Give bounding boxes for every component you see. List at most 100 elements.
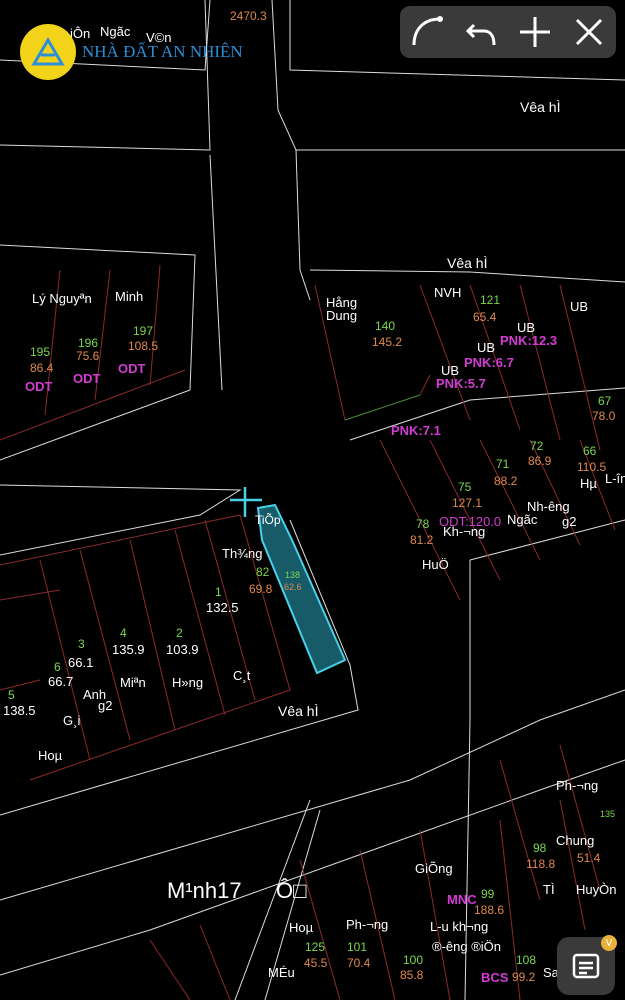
road-label: Vêa hÌ — [447, 255, 488, 271]
map-label: L-u kh¬ng — [430, 919, 489, 934]
map-label: 140 — [375, 319, 396, 333]
map-label: 65.4 — [473, 310, 497, 324]
road-label: Vêa hÌ — [278, 703, 319, 719]
map-label: 78.0 — [592, 409, 616, 423]
map-label: 3 — [78, 637, 85, 651]
map-label: GiÕng — [415, 861, 453, 876]
map-label: 66.7 — [48, 674, 74, 689]
map-label: 108 — [516, 953, 537, 967]
map-label: Kh-¬ng — [443, 524, 486, 539]
map-label: 75 — [458, 480, 472, 494]
map-label: 127.1 — [452, 496, 483, 510]
map-label: 67 — [598, 394, 612, 408]
map-label: 100 — [403, 953, 424, 967]
map-label: 45.5 — [304, 956, 328, 970]
map-label: 75.6 — [76, 349, 100, 363]
map-label: Miªn — [120, 675, 146, 690]
map-label: 132.5 — [206, 600, 239, 615]
map-label: UB — [477, 340, 496, 355]
undo-button[interactable] — [459, 10, 503, 54]
logo-icon — [20, 24, 76, 80]
map-label: C¸t — [233, 668, 251, 683]
map-label: Hoµ — [289, 920, 314, 935]
map-label: 103.9 — [166, 642, 199, 657]
map-label: 1 — [215, 585, 222, 599]
map-label: 66 — [583, 444, 597, 458]
map-label: 145.2 — [372, 335, 403, 349]
curve-icon — [412, 16, 443, 46]
map-label: ODT — [118, 361, 146, 376]
map-label: 135 — [600, 809, 616, 819]
brand-logo: NHÀ ĐẤT AN NHIÊN — [20, 24, 243, 80]
map-label: 197 — [133, 324, 154, 338]
map-label: 108.5 — [128, 339, 159, 353]
map-label: Lý Nguyªn — [32, 291, 92, 306]
map-label: 71 — [496, 457, 510, 471]
map-toolbar — [400, 6, 616, 58]
map-label: 69.8 — [249, 582, 273, 596]
map-label: PNK:6.7 — [464, 355, 514, 370]
map-label: PNK:5.7 — [436, 376, 486, 391]
map-label: ®-êng ®iÖn — [432, 939, 502, 954]
map-label: 62.6 — [284, 582, 302, 592]
logo-text: NHÀ ĐẤT AN NHIÊN — [82, 42, 243, 61]
notes-button[interactable]: V — [557, 935, 617, 995]
map-label: Hoµ — [38, 748, 63, 763]
map-label: 138.5 — [3, 703, 36, 718]
map-label: 118.8 — [526, 857, 556, 871]
plus-icon — [520, 17, 550, 47]
map-label: MÉu — [268, 965, 295, 980]
map-label: 78 — [416, 517, 430, 531]
map-label: 72 — [530, 439, 544, 453]
map-label: L-în — [605, 471, 625, 486]
undo-icon — [465, 23, 496, 46]
map-label: 195 — [30, 345, 51, 359]
map-label: 99 — [481, 887, 495, 901]
map-label: Th¾ng — [222, 546, 263, 561]
map-label: Hång Dung — [326, 295, 358, 323]
map-label: 88.2 — [494, 474, 518, 488]
map-label: 82 — [256, 565, 270, 579]
notes-badge: V — [601, 935, 617, 951]
map-label: BCS — [481, 970, 509, 985]
map-label: Minh — [115, 289, 144, 304]
map-label: Hµ — [580, 476, 597, 491]
map-label: 125 — [305, 940, 326, 954]
map-label: 99.2 — [512, 970, 536, 984]
map-label: 138 — [285, 570, 301, 580]
map-label: 5 — [8, 688, 15, 702]
map-label: 98 — [533, 841, 547, 855]
road-label: Vêa hÌ — [520, 99, 561, 115]
map-label: H»ng — [172, 675, 204, 690]
map-label: 4 — [120, 626, 127, 640]
map-label: TÌ — [543, 882, 555, 897]
map-label: HuyÒn — [576, 882, 617, 897]
map-label: 121 — [480, 293, 501, 307]
map-label: PNK:7.1 — [391, 423, 441, 438]
add-button[interactable] — [513, 10, 557, 54]
map-label: 188.6 — [474, 903, 505, 917]
map-label: 51.4 — [577, 851, 601, 865]
curve-tool-button[interactable] — [405, 10, 449, 54]
map-label: 2470.3 — [230, 9, 267, 23]
map-label: 2 — [176, 626, 183, 640]
map-label: 86.4 — [30, 361, 54, 375]
close-icon — [575, 18, 603, 46]
map-label: 70.4 — [347, 956, 371, 970]
map-label: Ngãc — [507, 512, 538, 527]
map-label: ODT — [73, 371, 101, 386]
map-label: TiÕp — [255, 513, 281, 527]
map-label: Ph-¬ng — [556, 778, 599, 793]
close-button[interactable] — [567, 10, 611, 54]
place-label: M¹nh17 — [167, 878, 242, 903]
map-label: 110.5 — [577, 460, 607, 474]
map-label: 81.2 — [410, 533, 434, 547]
map-label: ODT — [25, 379, 53, 394]
map-label: UB — [570, 299, 589, 314]
map-label: 135.9 — [112, 642, 145, 657]
map-label: 86.9 — [528, 454, 552, 468]
map-label: MNC — [447, 892, 477, 907]
map-label: PNK:12.3 — [500, 333, 558, 348]
map-label: HuÖ — [422, 557, 449, 572]
place-label: Ô□ — [276, 878, 307, 903]
